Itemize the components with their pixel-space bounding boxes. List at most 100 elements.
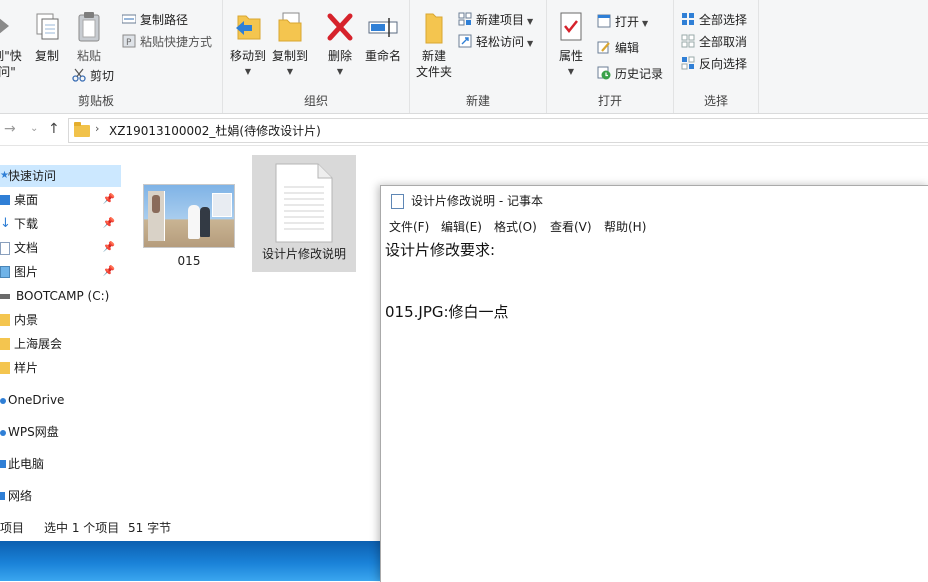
file-name: 设计片修改说明 bbox=[261, 247, 346, 261]
copy-label: 复制 bbox=[34, 49, 59, 63]
nav-item-quick-access[interactable]: ★ 快速访问 bbox=[0, 165, 121, 187]
document-icon bbox=[0, 242, 10, 255]
menu-file[interactable]: 文件(F) bbox=[389, 216, 429, 238]
notepad-text-area[interactable]: 设计片修改要求: 015.JPG:修白一点 bbox=[385, 240, 925, 580]
nav-item-bootcamp-drive[interactable]: BOOTCAMP (C:) bbox=[0, 285, 121, 307]
cut-button[interactable]: 剪切 bbox=[72, 66, 114, 86]
notepad-line-1: 设计片修改要求: bbox=[385, 241, 496, 259]
pin-icon[interactable]: 📌 bbox=[103, 237, 115, 259]
status-size: 51 字节 bbox=[128, 521, 172, 535]
new-folder-button[interactable]: 新建 文件夹 bbox=[414, 10, 454, 80]
history-button[interactable]: 历史记录 bbox=[597, 64, 663, 84]
paste-button[interactable]: 粘贴 bbox=[72, 10, 106, 64]
picture-icon bbox=[0, 266, 10, 278]
delete-label: 删除 bbox=[327, 49, 352, 63]
ribbon: 到"快 问" 复制 粘贴 bbox=[0, 0, 928, 114]
file-item-design-notes[interactable]: 设计片修改说明 bbox=[252, 155, 356, 272]
history-label: 历史记录 bbox=[615, 67, 664, 81]
svg-text:P: P bbox=[126, 38, 132, 48]
rename-label: 重命名 bbox=[364, 49, 401, 63]
breadcrumb-path[interactable]: XZ19013100002_杜娟(待修改设计片) bbox=[109, 122, 321, 139]
nav-item-samples[interactable]: 样片 bbox=[0, 357, 121, 379]
nav-item-network[interactable]: 网络 bbox=[0, 485, 121, 507]
nav-item-neijing[interactable]: 内景 bbox=[0, 309, 121, 331]
rename-button[interactable]: 重命名 bbox=[361, 10, 405, 64]
organize-group-label: 组织 bbox=[303, 94, 328, 108]
drive-icon bbox=[0, 294, 10, 299]
download-arrow-icon: ↓ bbox=[0, 216, 11, 231]
new-item-button[interactable]: 新建项目 ▼ bbox=[458, 10, 533, 30]
address-bar: → ⌄ ↑ › XZ19013100002_杜娟(待修改设计片) bbox=[0, 114, 928, 146]
edit-button[interactable]: 编辑 bbox=[597, 38, 639, 58]
pin-to-quick-access-button[interactable]: 到"快 问" bbox=[0, 10, 22, 80]
nav-item-wps-drive[interactable]: WPS网盘 bbox=[0, 421, 121, 443]
select-all-button[interactable]: 全部选择 bbox=[681, 10, 747, 30]
delete-button[interactable]: 删除 ▼ bbox=[323, 10, 357, 80]
nav-item-pictures[interactable]: 图片 📌 bbox=[0, 261, 121, 283]
properties-dropdown-icon: ▼ bbox=[567, 67, 575, 76]
properties-label: 属性 bbox=[558, 49, 583, 63]
copy-to-button[interactable]: 复制到 ▼ bbox=[271, 10, 309, 80]
breadcrumb-chevron-icon[interactable]: › bbox=[95, 122, 99, 135]
move-to-icon bbox=[232, 10, 264, 44]
select-none-button[interactable]: 全部取消 bbox=[681, 32, 747, 52]
photo-thumbnail bbox=[143, 184, 235, 248]
copy-path-label: 复制路径 bbox=[140, 13, 189, 27]
delete-x-icon bbox=[324, 10, 356, 44]
properties-button[interactable]: 属性 ▼ bbox=[553, 10, 589, 80]
pin-icon[interactable]: 📌 bbox=[103, 189, 115, 211]
menu-format[interactable]: 格式(O) bbox=[494, 216, 537, 238]
notepad-line-2: 015.JPG:修白一点 bbox=[385, 303, 509, 321]
copy-button[interactable]: 复制 bbox=[30, 10, 64, 64]
nav-item-downloads[interactable]: ↓ 下载 📌 bbox=[0, 213, 121, 235]
select-all-icon bbox=[681, 12, 695, 26]
pin-icon[interactable]: 📌 bbox=[103, 261, 115, 283]
nav-item-this-pc[interactable]: 此电脑 bbox=[0, 453, 121, 475]
computer-icon bbox=[0, 460, 6, 468]
status-item-count: 项目 bbox=[0, 521, 25, 535]
copy-path-button[interactable]: 复制路径 bbox=[121, 10, 189, 30]
copy-to-dropdown-icon: ▼ bbox=[286, 67, 294, 76]
cloud-icon bbox=[0, 398, 6, 404]
rename-icon bbox=[367, 10, 399, 44]
nav-item-onedrive[interactable]: OneDrive bbox=[0, 389, 121, 411]
paste-shortcut-icon: P bbox=[122, 34, 136, 48]
ribbon-group-clipboard: 到"快 问" 复制 粘贴 bbox=[0, 0, 223, 113]
move-to-dropdown-icon: ▼ bbox=[244, 67, 252, 76]
paste-icon bbox=[73, 10, 105, 44]
paste-shortcut-label: 粘贴快捷方式 bbox=[140, 35, 213, 49]
menu-help[interactable]: 帮助(H) bbox=[604, 216, 646, 238]
copy-path-icon bbox=[121, 12, 137, 26]
copy-to-label: 复制到 bbox=[271, 49, 308, 63]
menu-view[interactable]: 查看(V) bbox=[550, 216, 592, 238]
up-arrow-icon[interactable]: ↑ bbox=[48, 121, 60, 137]
easy-access-icon bbox=[458, 34, 472, 48]
nav-label: 快速访问 bbox=[8, 169, 57, 183]
open-label: 打开 bbox=[615, 15, 640, 29]
invert-selection-button[interactable]: 反向选择 bbox=[681, 54, 747, 74]
menu-edit[interactable]: 编辑(E) bbox=[441, 216, 482, 238]
nav-item-shanghai-expo[interactable]: 上海展会 bbox=[0, 333, 121, 355]
nav-item-documents[interactable]: 文档 📌 bbox=[0, 237, 121, 259]
ribbon-group-select: 全部选择 全部取消 反向选择 选择 bbox=[674, 0, 759, 113]
easy-access-button[interactable]: 轻松访问 ▼ bbox=[458, 32, 533, 52]
desktop-icon bbox=[0, 195, 10, 205]
notepad-title-bar[interactable]: 设计片修改说明 - 记事本 bbox=[381, 186, 928, 216]
paste-shortcut-button[interactable]: P 粘贴快捷方式 bbox=[122, 32, 212, 52]
invert-selection-icon bbox=[681, 56, 695, 70]
ribbon-group-new: 新建 文件夹 新建项目 ▼ 轻松访问 ▼ 新建 bbox=[410, 0, 547, 113]
history-dropdown-icon[interactable]: ⌄ bbox=[30, 123, 38, 134]
text-document-icon bbox=[274, 163, 334, 243]
nav-label: 文档 bbox=[14, 241, 39, 255]
open-button[interactable]: 打开 ▼ bbox=[597, 12, 648, 32]
edit-icon bbox=[597, 40, 611, 54]
forward-arrow-icon[interactable]: → bbox=[4, 121, 16, 137]
pin-icon[interactable]: 📌 bbox=[103, 213, 115, 235]
file-item-015[interactable]: 015 bbox=[143, 184, 235, 274]
move-to-button[interactable]: 移动到 ▼ bbox=[229, 10, 267, 80]
invert-selection-label: 反向选择 bbox=[699, 57, 748, 71]
nav-label: 下载 bbox=[14, 217, 39, 231]
nav-item-desktop[interactable]: 桌面 📌 bbox=[0, 189, 121, 211]
address-input[interactable]: › XZ19013100002_杜娟(待修改设计片) bbox=[68, 118, 928, 143]
nav-label: 图片 bbox=[14, 265, 39, 279]
